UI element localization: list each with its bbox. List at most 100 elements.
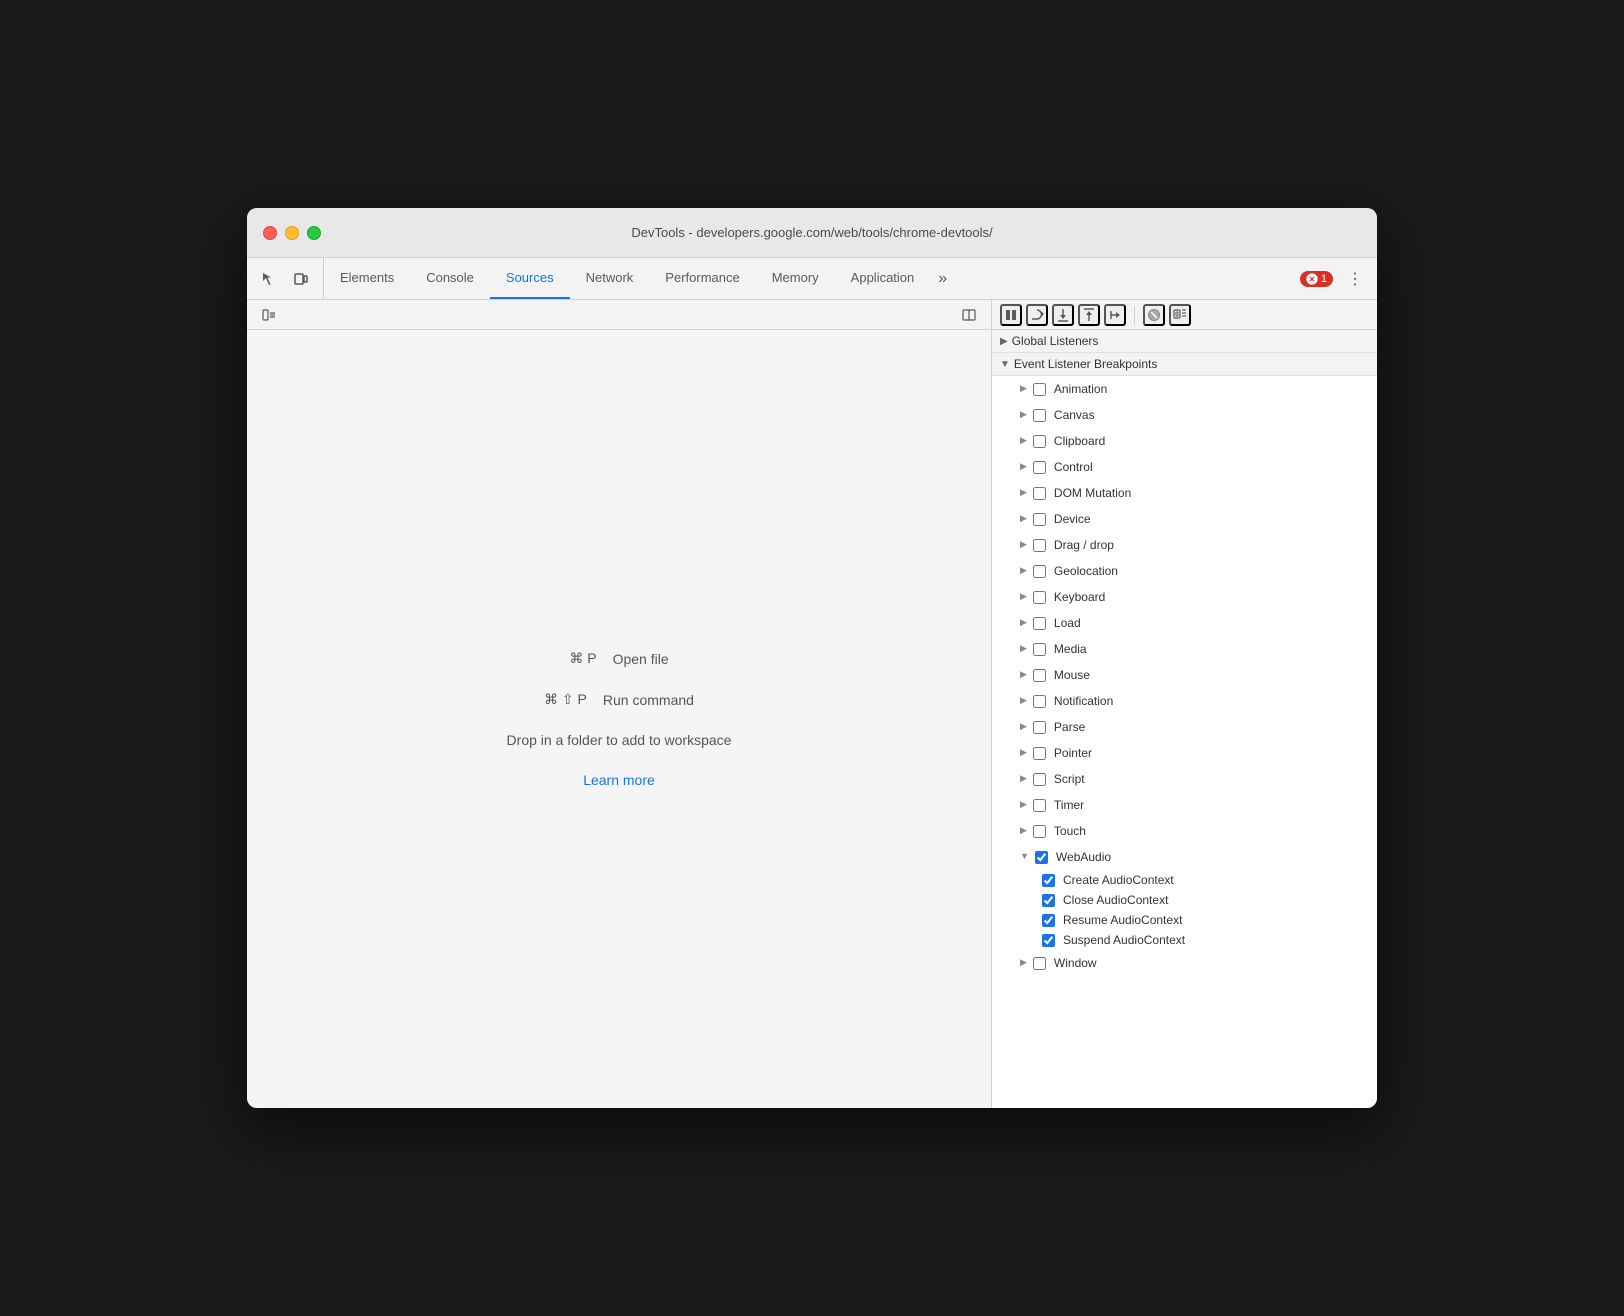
keyboard-checkbox[interactable] xyxy=(1033,591,1046,604)
mouse-checkbox[interactable] xyxy=(1033,669,1046,682)
geolocation-checkbox[interactable] xyxy=(1033,565,1046,578)
media-expand-arrow: ▶ xyxy=(1020,642,1027,656)
global-listeners-header[interactable]: ▶ Global Listeners xyxy=(992,330,1377,353)
parse-checkbox[interactable] xyxy=(1033,721,1046,734)
tab-sources[interactable]: Sources xyxy=(490,258,570,299)
tab-application[interactable]: Application xyxy=(835,258,931,299)
webaudio-checkbox[interactable] xyxy=(1035,851,1048,864)
drag-drop-checkbox[interactable] xyxy=(1033,539,1046,552)
control-checkbox[interactable] xyxy=(1033,461,1046,474)
keyboard-expand-arrow: ▶ xyxy=(1020,590,1027,604)
tab-network[interactable]: Network xyxy=(570,258,650,299)
toggle-editor-button[interactable] xyxy=(955,301,983,329)
devtools-tabbar: Elements Console Sources Network Perform… xyxy=(247,258,1377,300)
drag-drop-expand-arrow: ▶ xyxy=(1020,538,1027,552)
bp-item-pointer[interactable]: ▶ Pointer xyxy=(992,740,1377,766)
pause-on-exceptions-button[interactable] xyxy=(1169,304,1191,326)
step-over-button[interactable] xyxy=(1026,304,1048,326)
dom-mutation-checkbox[interactable] xyxy=(1033,487,1046,500)
timer-checkbox[interactable] xyxy=(1033,799,1046,812)
device-expand-arrow: ▶ xyxy=(1020,512,1027,526)
load-checkbox[interactable] xyxy=(1033,617,1046,630)
bp-item-geolocation[interactable]: ▶ Geolocation xyxy=(992,558,1377,584)
tab-end-area: ✕ 1 ⋮ xyxy=(1292,258,1377,299)
tab-memory[interactable]: Memory xyxy=(756,258,835,299)
bp-subitem-suspend-audiocontext[interactable]: Suspend AudioContext xyxy=(992,930,1377,950)
more-tabs-button[interactable]: » xyxy=(930,258,955,299)
bp-item-load[interactable]: ▶ Load xyxy=(992,610,1377,636)
media-label: Media xyxy=(1054,640,1365,658)
suspend-audiocontext-label: Suspend AudioContext xyxy=(1063,933,1185,947)
run-command-shortcut: ⌘ ⇧ P Run command xyxy=(544,691,694,708)
close-audiocontext-label: Close AudioContext xyxy=(1063,893,1168,907)
bp-item-control[interactable]: ▶ Control xyxy=(992,454,1377,480)
mouse-label: Mouse xyxy=(1054,666,1365,684)
window-checkbox[interactable] xyxy=(1033,957,1046,970)
touch-checkbox[interactable] xyxy=(1033,825,1046,838)
close-button[interactable] xyxy=(263,226,277,240)
bp-subitem-create-audiocontext[interactable]: Create AudioContext xyxy=(992,870,1377,890)
animation-checkbox[interactable] xyxy=(1033,383,1046,396)
tab-console[interactable]: Console xyxy=(410,258,490,299)
bp-item-touch[interactable]: ▶ Touch xyxy=(992,818,1377,844)
step-button[interactable] xyxy=(1104,304,1126,326)
bp-subitem-close-audiocontext[interactable]: Close AudioContext xyxy=(992,890,1377,910)
tab-elements[interactable]: Elements xyxy=(324,258,410,299)
bp-item-notification[interactable]: ▶ Notification xyxy=(992,688,1377,714)
timer-label: Timer xyxy=(1054,796,1365,814)
script-checkbox[interactable] xyxy=(1033,773,1046,786)
more-options-button[interactable]: ⋮ xyxy=(1341,265,1369,293)
bp-item-media[interactable]: ▶ Media xyxy=(992,636,1377,662)
step-out-button[interactable] xyxy=(1078,304,1100,326)
bp-subitem-resume-audiocontext[interactable]: Resume AudioContext xyxy=(992,910,1377,930)
bp-item-clipboard[interactable]: ▶ Clipboard xyxy=(992,428,1377,454)
bp-item-mouse[interactable]: ▶ Mouse xyxy=(992,662,1377,688)
show-navigator-button[interactable] xyxy=(255,301,283,329)
close-audiocontext-checkbox[interactable] xyxy=(1042,894,1055,907)
canvas-label: Canvas xyxy=(1054,406,1365,424)
elb-arrow: ▼ xyxy=(1000,359,1010,370)
device-toolbar-button[interactable] xyxy=(287,265,315,293)
bp-item-script[interactable]: ▶ Script xyxy=(992,766,1377,792)
tab-performance[interactable]: Performance xyxy=(649,258,755,299)
notification-label: Notification xyxy=(1054,692,1365,710)
debugger-toolbar xyxy=(992,300,1377,330)
webaudio-expand-arrow: ▼ xyxy=(1020,850,1029,864)
window-title: DevTools - developers.google.com/web/too… xyxy=(631,225,992,240)
touch-label: Touch xyxy=(1054,822,1365,840)
open-file-shortcut-key: ⌘ P xyxy=(569,650,596,667)
pause-button[interactable] xyxy=(1000,304,1022,326)
learn-more-link[interactable]: Learn more xyxy=(583,772,655,788)
media-checkbox[interactable] xyxy=(1033,643,1046,656)
canvas-checkbox[interactable] xyxy=(1033,409,1046,422)
bp-item-webaudio[interactable]: ▼ WebAudio xyxy=(992,844,1377,870)
resume-audiocontext-checkbox[interactable] xyxy=(1042,914,1055,927)
event-listener-breakpoints-header[interactable]: ▼ Event Listener Breakpoints xyxy=(992,353,1377,376)
suspend-audiocontext-checkbox[interactable] xyxy=(1042,934,1055,947)
bp-item-parse[interactable]: ▶ Parse xyxy=(992,714,1377,740)
geolocation-label: Geolocation xyxy=(1054,562,1365,580)
error-count: 1 xyxy=(1321,273,1327,285)
maximize-button[interactable] xyxy=(307,226,321,240)
device-checkbox[interactable] xyxy=(1033,513,1046,526)
bp-item-canvas[interactable]: ▶ Canvas xyxy=(992,402,1377,428)
devtools-window: DevTools - developers.google.com/web/too… xyxy=(247,208,1377,1108)
bp-item-animation[interactable]: ▶ Animation xyxy=(992,376,1377,402)
clipboard-checkbox[interactable] xyxy=(1033,435,1046,448)
bp-item-keyboard[interactable]: ▶ Keyboard xyxy=(992,584,1377,610)
open-file-shortcut: ⌘ P Open file xyxy=(569,650,668,667)
bp-item-dom-mutation[interactable]: ▶ DOM Mutation xyxy=(992,480,1377,506)
bp-item-timer[interactable]: ▶ Timer xyxy=(992,792,1377,818)
bp-item-window[interactable]: ▶ Window xyxy=(992,950,1377,976)
window-expand-arrow: ▶ xyxy=(1020,956,1027,970)
minimize-button[interactable] xyxy=(285,226,299,240)
pointer-checkbox[interactable] xyxy=(1033,747,1046,760)
deactivate-breakpoints-button[interactable] xyxy=(1143,304,1165,326)
step-into-button[interactable] xyxy=(1052,304,1074,326)
notification-checkbox[interactable] xyxy=(1033,695,1046,708)
bp-item-device[interactable]: ▶ Device xyxy=(992,506,1377,532)
error-badge[interactable]: ✕ 1 xyxy=(1300,271,1333,287)
select-element-button[interactable] xyxy=(255,265,283,293)
create-audiocontext-checkbox[interactable] xyxy=(1042,874,1055,887)
bp-item-drag-drop[interactable]: ▶ Drag / drop xyxy=(992,532,1377,558)
